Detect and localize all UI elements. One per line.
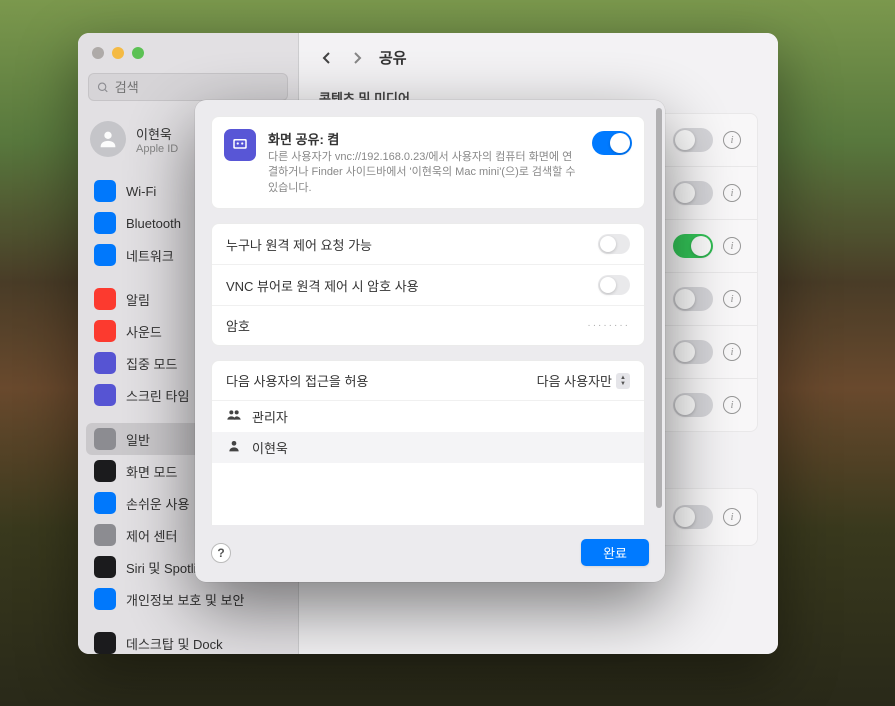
done-button[interactable]: 완료	[581, 539, 649, 566]
scrollbar[interactable]	[656, 108, 662, 534]
access-dropdown[interactable]: 다음 사용자만 ▲▼	[537, 371, 630, 390]
access-label: 다음 사용자의 접근을 허용	[226, 371, 368, 390]
user-list-item-label: 이현욱	[252, 438, 288, 457]
modal-description: 다른 사용자가 vnc://192.168.0.23/에서 사용자의 컴퓨터 화…	[268, 150, 580, 196]
user-list-item[interactable]: 관리자	[212, 401, 644, 432]
people-icon	[226, 407, 242, 426]
user-list-item[interactable]: 이현욱	[212, 432, 644, 463]
allow-anyone-toggle[interactable]	[598, 234, 630, 254]
vnc-password-toggle[interactable]	[598, 275, 630, 295]
screen-sharing-toggle[interactable]	[592, 131, 632, 155]
screen-sharing-modal: 화면 공유: 켬 다른 사용자가 vnc://192.168.0.23/에서 사…	[195, 100, 665, 582]
user-list-item-label: 관리자	[252, 407, 288, 426]
vnc-password-row: VNC 뷰어로 원격 제어 시 암호 사용	[212, 264, 644, 305]
modal-footer: ? 완료	[211, 525, 649, 566]
modal-content: 화면 공유: 켬 다른 사용자가 vnc://192.168.0.23/에서 사…	[211, 116, 649, 525]
modal-title: 화면 공유: 켬	[268, 129, 580, 148]
vnc-password-label: VNC 뷰어로 원격 제어 시 암호 사용	[226, 276, 419, 295]
screen-sharing-icon	[224, 129, 256, 161]
password-row: 암호 ········	[212, 305, 644, 345]
access-dropdown-value: 다음 사용자만	[537, 371, 612, 390]
access-header: 다음 사용자의 접근을 허용 다음 사용자만 ▲▼	[212, 361, 644, 400]
allow-anyone-label: 누구나 원격 제어 요청 가능	[226, 235, 372, 254]
chevron-up-down-icon: ▲▼	[616, 373, 630, 389]
modal-options-card: 누구나 원격 제어 요청 가능 VNC 뷰어로 원격 제어 시 암호 사용 암호…	[211, 223, 645, 346]
user-list-spacer	[212, 463, 644, 525]
modal-header-card: 화면 공유: 켬 다른 사용자가 vnc://192.168.0.23/에서 사…	[211, 116, 645, 209]
person-icon	[226, 438, 242, 457]
access-section: 다음 사용자의 접근을 허용 다음 사용자만 ▲▼ 관리자이현욱 + −	[211, 360, 645, 525]
password-label: 암호	[226, 316, 250, 335]
user-list: 관리자이현욱	[212, 400, 644, 463]
password-value: ········	[587, 320, 630, 331]
help-button[interactable]: ?	[211, 543, 231, 563]
scrollbar-thumb[interactable]	[656, 108, 662, 508]
allow-anyone-row: 누구나 원격 제어 요청 가능	[212, 224, 644, 264]
